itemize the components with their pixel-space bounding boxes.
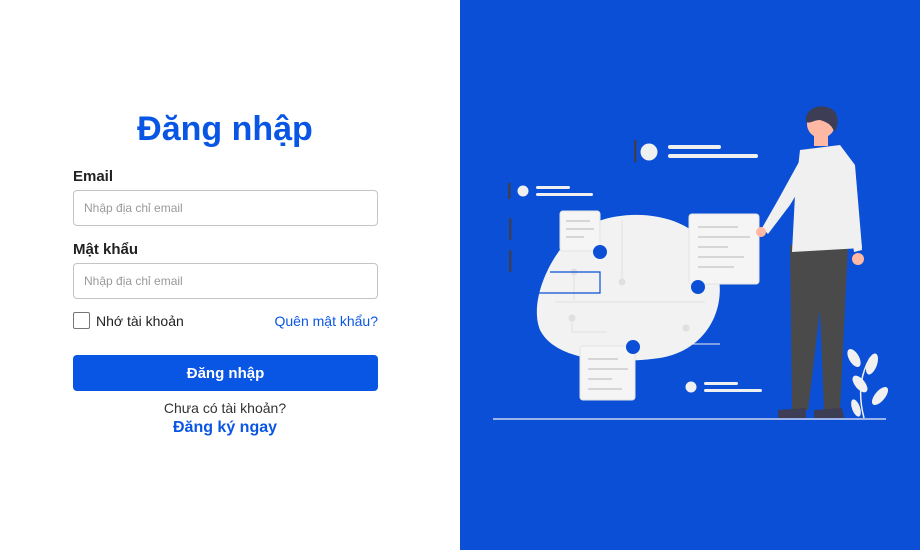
email-field[interactable] — [73, 190, 378, 226]
person-with-documents-illustration-icon — [493, 106, 889, 420]
page-title: Đăng nhập — [137, 110, 313, 148]
password-field[interactable] — [73, 263, 378, 299]
email-label: Email — [73, 168, 114, 185]
remember-me[interactable]: Nhớ tài khoản — [73, 312, 184, 329]
password-label: Mật khẩu — [73, 241, 139, 258]
remember-checkbox[interactable] — [73, 312, 90, 329]
signup-link[interactable]: Đăng ký ngay — [0, 419, 450, 437]
remember-label: Nhớ tài khoản — [96, 312, 184, 329]
forgot-password-link[interactable]: Quên mật khẩu? — [274, 313, 378, 329]
login-panel: Đăng nhập Email Mật khẩu Nhớ tài khoản Q… — [0, 0, 460, 550]
no-account-text: Chưa có tài khoản? — [163, 400, 287, 416]
login-button[interactable]: Đăng nhập — [73, 355, 378, 391]
illustration-panel — [460, 0, 920, 550]
